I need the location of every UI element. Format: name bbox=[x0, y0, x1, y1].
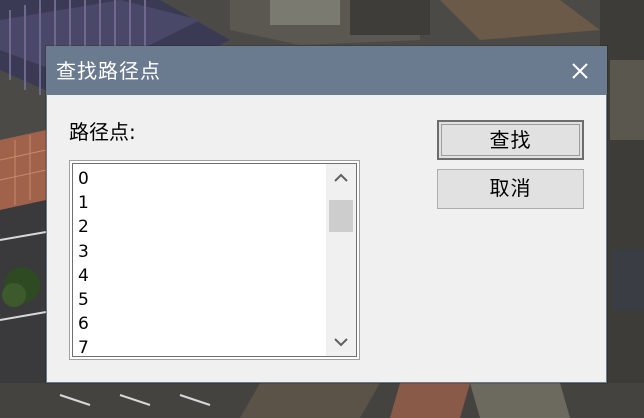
list-item[interactable]: 6 bbox=[78, 312, 326, 336]
vertical-scrollbar[interactable] bbox=[326, 164, 356, 356]
close-icon bbox=[572, 63, 588, 79]
chevron-up-icon bbox=[334, 173, 348, 182]
scroll-up-button[interactable] bbox=[326, 164, 356, 192]
list-item[interactable]: 7 bbox=[78, 336, 326, 360]
waypoint-list: 0 1 2 3 4 5 6 7 bbox=[78, 167, 326, 361]
dialog-title: 查找路径点 bbox=[56, 59, 161, 83]
dialog-titlebar[interactable]: 查找路径点 bbox=[47, 47, 606, 95]
chevron-down-icon bbox=[334, 338, 348, 347]
find-button[interactable]: 查找 bbox=[437, 120, 584, 160]
list-item[interactable]: 2 bbox=[78, 215, 326, 239]
scroll-down-button[interactable] bbox=[326, 328, 356, 356]
waypoint-label: 路径点: bbox=[69, 120, 136, 144]
list-item[interactable]: 3 bbox=[78, 240, 326, 264]
close-button[interactable] bbox=[564, 55, 596, 87]
find-waypoint-dialog: 查找路径点 路径点: 0 1 2 3 4 5 6 7 查找 取消 bbox=[46, 46, 607, 383]
waypoint-listbox-inner: 0 1 2 3 4 5 6 7 bbox=[72, 163, 357, 358]
list-item[interactable]: 5 bbox=[78, 288, 326, 312]
list-item[interactable]: 4 bbox=[78, 264, 326, 288]
scrollbar-thumb[interactable] bbox=[329, 200, 353, 232]
list-item[interactable]: 1 bbox=[78, 191, 326, 215]
waypoint-listbox[interactable]: 0 1 2 3 4 5 6 7 bbox=[69, 160, 360, 360]
list-item[interactable]: 0 bbox=[78, 167, 326, 191]
cancel-button[interactable]: 取消 bbox=[437, 169, 584, 209]
